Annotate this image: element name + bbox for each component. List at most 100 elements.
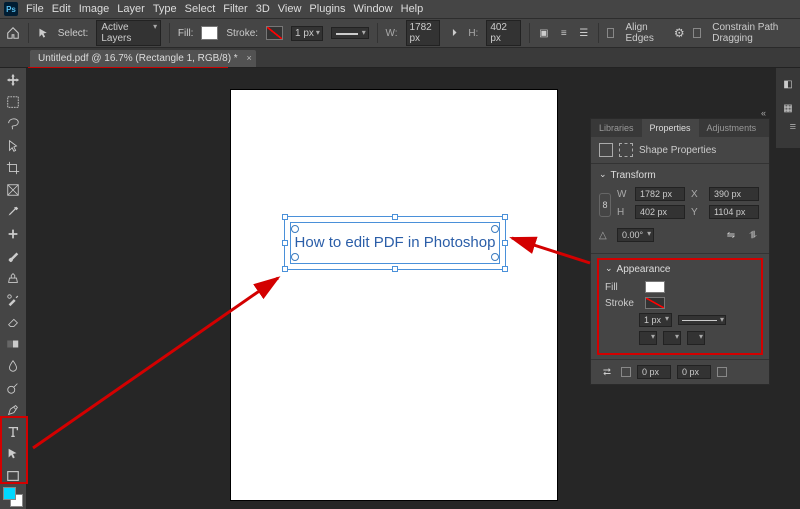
path-alignment-icon[interactable]: ≡ (558, 25, 570, 41)
stroke-align-dropdown[interactable] (639, 331, 657, 345)
menu-window[interactable]: Window (354, 3, 393, 15)
history-brush-tool-icon[interactable] (2, 290, 24, 310)
transform-handle[interactable] (502, 240, 508, 246)
transform-handle[interactable] (282, 214, 288, 220)
text-frame-selection[interactable]: How to edit PDF in Photoshop (284, 216, 506, 270)
lasso-tool-icon[interactable] (2, 114, 24, 134)
eraser-tool-icon[interactable] (2, 312, 24, 332)
transform-x-field[interactable]: 390 px (709, 187, 759, 201)
transform-handle[interactable] (502, 266, 508, 272)
link-radii-icon[interactable]: ⮂ (599, 364, 615, 380)
select-mode-dropdown[interactable]: Active Layers (96, 20, 161, 46)
text-content[interactable]: How to edit PDF in Photoshop (292, 224, 498, 262)
menu-edit[interactable]: Edit (52, 3, 71, 15)
transform-title[interactable]: Transform (599, 170, 761, 181)
photoshop-logo-icon: Ps (4, 2, 18, 16)
document-canvas[interactable] (231, 90, 557, 500)
document-tab[interactable]: Untitled.pdf @ 16.7% (Rectangle 1, RGB/8… (30, 50, 256, 67)
frame-tool-icon[interactable] (2, 180, 24, 200)
panel-header: Shape Properties (591, 137, 769, 164)
appearance-fill-label: Fill (605, 282, 639, 293)
tab-adjustments[interactable]: Adjustments (699, 119, 765, 137)
clone-stamp-tool-icon[interactable] (2, 268, 24, 288)
eyedropper-tool-icon[interactable] (2, 202, 24, 222)
close-tab-icon[interactable]: × (246, 53, 251, 63)
appearance-stroke-swatch[interactable] (645, 297, 665, 309)
healing-brush-tool-icon[interactable] (2, 224, 24, 244)
transform-section: Transform 8 W1782 pxX390 px H402 pxY1104… (591, 164, 769, 254)
annotation-appearance-highlight: Appearance Fill Stroke 1 px (597, 258, 763, 355)
menu-layer[interactable]: Layer (117, 3, 145, 15)
menu-bar: Ps File Edit Image Layer Type Select Fil… (0, 0, 800, 18)
stroke-width-field[interactable]: 1 px (291, 26, 323, 41)
rotation-field[interactable]: 0.00° (617, 228, 654, 242)
constrain-checkbox[interactable] (693, 28, 701, 38)
panel-collapse-icon[interactable]: « (761, 108, 766, 118)
appearance-fill-swatch[interactable] (645, 281, 665, 293)
divider (377, 23, 378, 43)
path-selection-icon[interactable] (37, 25, 50, 41)
color-swatches[interactable] (3, 487, 23, 507)
appearance-stroke-style[interactable] (678, 315, 726, 325)
marquee-tool-icon[interactable] (2, 92, 24, 112)
menu-filter[interactable]: Filter (223, 3, 247, 15)
path-arrangement-icon[interactable]: ☰ (578, 25, 590, 41)
transform-width-field[interactable]: 1782 px (635, 187, 685, 201)
foreground-color-swatch[interactable] (3, 487, 16, 500)
document-tab-bar: Untitled.pdf @ 16.7% (Rectangle 1, RGB/8… (0, 48, 800, 68)
swatches-panel-icon[interactable]: ▦ (780, 100, 796, 116)
document-tab-title: Untitled.pdf @ 16.7% (Rectangle 1, RGB/8… (38, 53, 238, 64)
brush-tool-icon[interactable] (2, 246, 24, 266)
y-label: Y (691, 207, 703, 218)
panel-menu-icon[interactable]: ≡ (790, 121, 796, 133)
menu-plugins[interactable]: Plugins (309, 3, 345, 15)
link-wh-icon[interactable]: 8 (599, 193, 611, 217)
transform-handle[interactable] (392, 214, 398, 220)
menu-view[interactable]: View (278, 3, 302, 15)
menu-3d[interactable]: 3D (256, 3, 270, 15)
menu-file[interactable]: File (26, 3, 44, 15)
tab-properties[interactable]: Properties (642, 119, 699, 137)
tab-libraries[interactable]: Libraries (591, 119, 642, 137)
blur-tool-icon[interactable] (2, 356, 24, 376)
menu-help[interactable]: Help (401, 3, 424, 15)
tool-options-gear-icon[interactable]: ⚙ (673, 25, 685, 41)
transform-y-field[interactable]: 1104 px (709, 205, 759, 219)
dodge-tool-icon[interactable] (2, 378, 24, 398)
stroke-color-swatch[interactable] (266, 26, 283, 40)
align-edges-checkbox[interactable] (607, 28, 615, 38)
flip-vertical-icon[interactable]: ⥮ (745, 227, 761, 243)
corner-radius-field[interactable]: 0 px (677, 365, 711, 379)
transform-handle[interactable] (392, 266, 398, 272)
align-edges-label: Align Edges (625, 22, 665, 44)
color-panel-icon[interactable]: ◧ (780, 76, 796, 92)
appearance-stroke-width[interactable]: 1 px (639, 313, 672, 327)
options-bar: Select: Active Layers Fill: Stroke: 1 px… (0, 18, 800, 48)
quick-selection-tool-icon[interactable] (2, 136, 24, 156)
menu-select[interactable]: Select (185, 3, 216, 15)
transform-handle[interactable] (502, 214, 508, 220)
height-field[interactable]: 402 px (486, 20, 521, 46)
link-dimensions-icon[interactable]: ⏵ (448, 25, 460, 41)
path-operations-icon[interactable]: ▣ (538, 25, 550, 41)
stroke-caps-dropdown[interactable] (663, 331, 681, 345)
stroke-corners-dropdown[interactable] (687, 331, 705, 345)
fill-color-swatch[interactable] (201, 26, 218, 40)
gradient-tool-icon[interactable] (2, 334, 24, 354)
corner-radius-row: ⮂ 0 px 0 px (591, 360, 769, 384)
flip-horizontal-icon[interactable]: ⇋ (723, 227, 739, 243)
transform-handle[interactable] (282, 240, 288, 246)
stroke-style-dropdown[interactable] (331, 27, 369, 39)
appearance-title[interactable]: Appearance (605, 264, 755, 275)
corner-radius-field[interactable]: 0 px (637, 365, 671, 379)
menu-image[interactable]: Image (79, 3, 110, 15)
divider (28, 23, 29, 43)
home-icon[interactable] (6, 24, 20, 42)
transform-handle[interactable] (282, 266, 288, 272)
transform-height-field[interactable]: 402 px (635, 205, 685, 219)
work-area: How to edit PDF in Photoshop ◧ ▦ « ≡ Lib… (0, 68, 800, 509)
width-field[interactable]: 1782 px (406, 20, 441, 46)
crop-tool-icon[interactable] (2, 158, 24, 178)
move-tool-icon[interactable] (2, 70, 24, 90)
menu-type[interactable]: Type (153, 3, 177, 15)
